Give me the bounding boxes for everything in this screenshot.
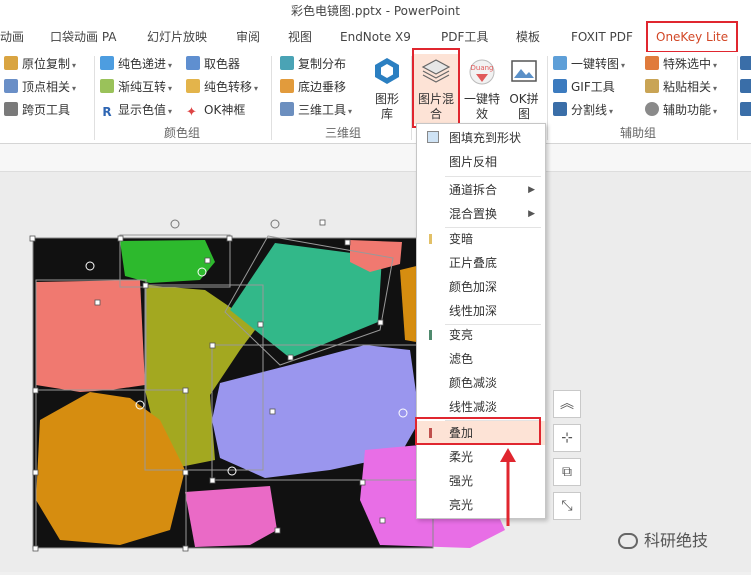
gradient-icon: [100, 79, 114, 93]
r-icon: R: [100, 105, 114, 119]
in-place-copy-button[interactable]: 原位复制 ▾: [4, 54, 76, 74]
menu-item-vivid-light[interactable]: 亮光: [417, 493, 545, 517]
menu-item-linear-burn[interactable]: 线性加深: [417, 299, 545, 323]
copy-icon: [4, 56, 18, 70]
bottom-shift-button[interactable]: 底边垂移: [280, 77, 346, 97]
menu-item-fill-to-shape[interactable]: 图填充到形状: [417, 126, 545, 150]
menu-item-color-burn[interactable]: 颜色加深: [417, 275, 545, 299]
image-grid-icon: [511, 60, 537, 82]
gif-tool-button[interactable]: GIF工具: [553, 77, 615, 97]
menu-item-hard-light[interactable]: 强光: [417, 469, 545, 493]
vertex-related-button[interactable]: 顶点相关 ▾: [4, 77, 76, 97]
divider-line-button[interactable]: 分割线 ▾: [553, 100, 613, 120]
arrange-button[interactable]: ⧉: [553, 458, 581, 486]
cube-icon: [280, 102, 294, 116]
menu-item-soft-light[interactable]: 柔光: [417, 445, 545, 469]
solid-progression-button[interactable]: 纯色递进 ▾: [100, 54, 172, 74]
resize-button[interactable]: ⤡: [553, 492, 581, 520]
ribbon-panel: 原位复制 ▾ 顶点相关 ▾ 跨页工具 纯色递进 ▾ 渐纯互转 ▾ R 显示色值 ▾ 取色器 …: [0, 52, 751, 144]
slide-image: [0, 172, 751, 572]
ok-puzzle-button[interactable]: OK拼 图: [504, 54, 544, 122]
overflow-item-1[interactable]: [740, 54, 751, 74]
grid-icon: [553, 102, 567, 116]
3d-tools-button[interactable]: 三维工具 ▾: [280, 100, 352, 120]
page-icon: [4, 102, 18, 116]
window-title: 彩色电镜图.pptx - PowerPoint: [0, 0, 751, 22]
overflow-icon: [740, 102, 751, 116]
menu-item-invert[interactable]: 图片反相: [417, 150, 545, 174]
group-label-aux: 辅助组: [620, 126, 657, 140]
tab-slideshow[interactable]: 幻灯片放映: [147, 22, 207, 52]
image-convert-icon: [553, 56, 567, 70]
tab-view[interactable]: 视图: [288, 22, 312, 52]
one-key-to-image-button[interactable]: 一键转图 ▾: [553, 54, 625, 74]
help-icon: [645, 102, 659, 116]
menu-item-color-dodge[interactable]: 颜色减淡: [417, 371, 545, 395]
darken-icon: [429, 234, 432, 244]
menu-item-blend-replace[interactable]: 混合置换 ▶: [417, 202, 545, 226]
tab-foxit-pdf[interactable]: FOXIT PDF: [571, 22, 633, 52]
menu-item-screen[interactable]: 滤色: [417, 347, 545, 371]
gif-icon: [553, 79, 567, 93]
tab-review[interactable]: 审阅: [236, 22, 260, 52]
solid-transfer-button[interactable]: 纯色转移 ▾: [186, 77, 258, 97]
overflow-icon: [740, 56, 751, 70]
menu-item-lighten[interactable]: 变亮: [417, 323, 545, 347]
eyedropper-icon: [186, 56, 200, 70]
group-label-3d: 三维组: [325, 126, 362, 140]
distribute-icon: [280, 56, 294, 70]
menu-item-linear-dodge[interactable]: 线性减淡: [417, 395, 545, 419]
hexagon-icon: [375, 58, 399, 84]
slide-canvas: [0, 172, 751, 572]
highlight-box-blend: [412, 48, 460, 128]
wechat-icon: [618, 533, 638, 549]
ribbon-tabs: 动画 口袋动画 PA 幻灯片放映 审阅 视图 EndNote X9 PDF工具 …: [0, 21, 751, 53]
cross-page-tool-button[interactable]: 跨页工具: [4, 100, 70, 120]
tab-pocket-animation[interactable]: 口袋动画 PA: [50, 22, 117, 52]
menu-item-channel-split[interactable]: 通道拆合 ▶: [417, 178, 545, 202]
color-picker-button[interactable]: 取色器: [186, 54, 240, 74]
submenu-arrow-icon: ▶: [528, 185, 535, 195]
submenu-arrow-icon: ▶: [528, 209, 535, 219]
aux-function-button[interactable]: 辅助功能 ▾: [645, 100, 717, 120]
frame-icon: ✦: [186, 105, 197, 120]
show-color-value-button[interactable]: R 显示色值 ▾: [100, 100, 172, 120]
menu-item-darken[interactable]: 变暗: [417, 227, 545, 251]
group-label-color: 颜色组: [164, 126, 201, 140]
align-center-button[interactable]: ⊹: [553, 424, 581, 452]
svg-text:Duang: Duang: [471, 64, 494, 72]
tab-animation[interactable]: 动画: [0, 22, 24, 52]
copy-distribute-button[interactable]: 复制分布: [280, 54, 346, 74]
pointer-arrow-icon: [500, 448, 516, 526]
palette-icon: [100, 56, 114, 70]
select-icon: [645, 56, 659, 70]
overflow-item-3[interactable]: [740, 100, 751, 120]
tab-onekey-lite[interactable]: OneKey Lite: [646, 21, 739, 53]
watermark: 科研绝技: [618, 527, 708, 551]
overflow-icon: [740, 79, 751, 93]
lighten-icon: [429, 330, 432, 340]
paste-icon: [645, 79, 659, 93]
gradient-solid-convert-button[interactable]: 渐纯互转 ▾: [100, 77, 172, 97]
effect-icon: Duang: [469, 59, 495, 85]
tab-templates[interactable]: 模板: [516, 22, 540, 52]
ok-frame-button[interactable]: ✦ OK神框: [186, 100, 245, 120]
tab-endnote[interactable]: EndNote X9: [340, 22, 411, 52]
highlight-box-overlay: [415, 417, 541, 445]
menu-item-multiply[interactable]: 正片叠底: [417, 251, 545, 275]
transfer-icon: [186, 79, 200, 93]
vertex-icon: [4, 79, 18, 93]
one-key-effect-button[interactable]: Duang 一键特 效: [460, 54, 504, 122]
paste-related-button[interactable]: 粘贴相关 ▾: [645, 77, 717, 97]
picture-blend-menu: 图填充到形状 图片反相 通道拆合 ▶ 混合置换 ▶ 变暗 正片叠底 颜色加深 线性加…: [416, 123, 546, 519]
scroll-up-button[interactable]: ︽: [553, 390, 581, 418]
fill-shape-icon: [427, 131, 439, 143]
shift-icon: [280, 79, 294, 93]
special-select-button[interactable]: 特殊选中 ▾: [645, 54, 717, 74]
overflow-item-2[interactable]: [740, 77, 751, 97]
shape-library-button[interactable]: 图形 库: [366, 54, 408, 122]
ruler-strip: [0, 144, 751, 172]
